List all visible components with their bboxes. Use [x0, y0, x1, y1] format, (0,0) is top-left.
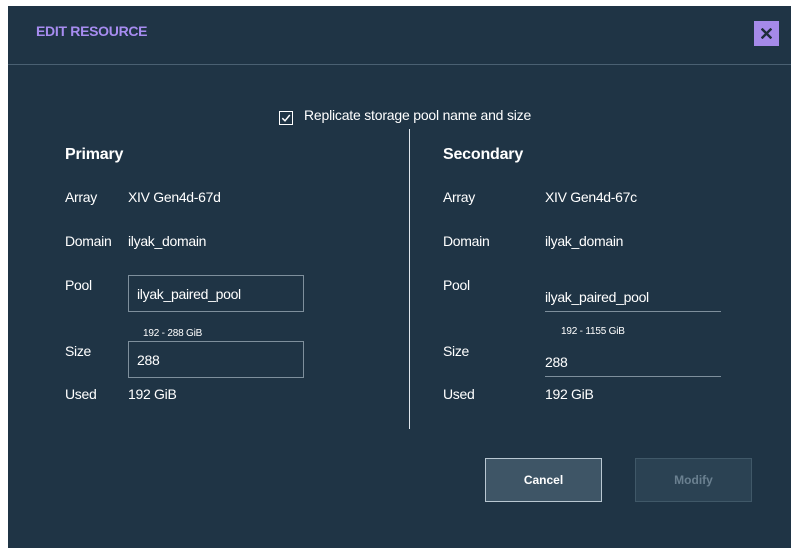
secondary-pool-label: Pool — [443, 277, 470, 293]
replicate-checkbox[interactable] — [279, 111, 293, 125]
secondary-size-label: Size — [443, 343, 470, 359]
primary-array-label: Array — [65, 189, 97, 205]
column-divider — [409, 129, 410, 429]
replicate-label: Replicate storage pool name and size — [304, 107, 532, 123]
secondary-size-range: 192 - 1155 GiB — [561, 326, 625, 337]
primary-array-value: XIV Gen4d-67d — [128, 189, 221, 205]
secondary-domain-value: ilyak_domain — [545, 233, 624, 249]
secondary-used-value: 192 GiB — [545, 386, 594, 402]
secondary-title: Secondary — [443, 146, 524, 163]
primary-title: Primary — [65, 146, 124, 163]
secondary-pool-input[interactable] — [545, 282, 721, 312]
close-icon — [761, 28, 772, 39]
secondary-size-input[interactable] — [545, 347, 721, 377]
primary-size-input[interactable] — [128, 341, 304, 378]
dialog-header: EDIT RESOURCE — [8, 6, 791, 65]
primary-used-label: Used — [65, 386, 97, 402]
primary-pool-input[interactable] — [128, 275, 304, 312]
secondary-array-label: Array — [443, 189, 475, 205]
modify-button[interactable]: Modify — [635, 458, 752, 502]
primary-used-value: 192 GiB — [128, 386, 177, 402]
dialog-title: EDIT RESOURCE — [36, 23, 148, 39]
replicate-option: Replicate storage pool name and size — [279, 105, 531, 125]
checkmark-icon — [281, 114, 291, 122]
primary-pool-label: Pool — [65, 277, 92, 293]
edit-resource-dialog: EDIT RESOURCE Replicate storage pool nam… — [8, 6, 791, 548]
primary-size-range: 192 - 288 GiB — [143, 328, 203, 339]
cancel-button[interactable]: Cancel — [485, 458, 602, 502]
primary-size-label: Size — [65, 343, 92, 359]
close-button[interactable] — [754, 21, 779, 46]
secondary-used-label: Used — [443, 386, 475, 402]
secondary-array-value: XIV Gen4d-67c — [545, 189, 637, 205]
secondary-domain-label: Domain — [443, 233, 490, 249]
primary-domain-value: ilyak_domain — [128, 233, 207, 249]
primary-domain-label: Domain — [65, 233, 112, 249]
